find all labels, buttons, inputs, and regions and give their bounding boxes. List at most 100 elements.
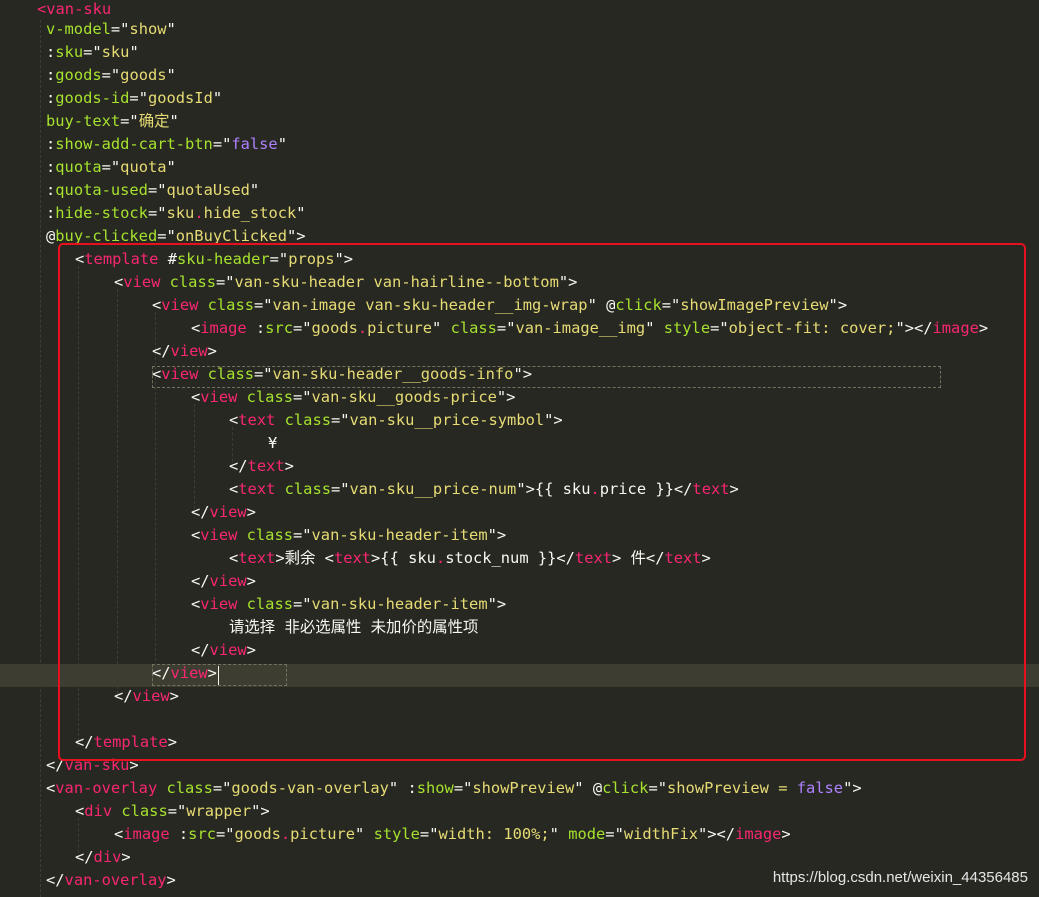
code-token: <van-sku <box>37 0 112 18</box>
code-token: hide-stock <box>55 204 148 222</box>
code-token: =" <box>212 135 232 153</box>
code-token: : <box>46 204 56 222</box>
code-token: " <box>549 825 569 843</box>
code-token: style <box>373 825 420 843</box>
code-token: =" <box>101 66 121 84</box>
code-token: quota <box>120 158 167 176</box>
code-line[interactable]: <div class="wrapper"> <box>75 800 270 823</box>
code-token: " <box>166 158 176 176</box>
code-token: show <box>416 779 454 797</box>
code-token: quota-used <box>55 181 148 199</box>
code-token: > <box>166 871 176 889</box>
code-token: goods <box>120 66 167 84</box>
code-token: sku <box>101 43 130 61</box>
code-token: src <box>188 825 216 843</box>
red-annotation-box <box>58 243 1026 761</box>
code-line[interactable]: :goods="goods" <box>46 64 176 87</box>
code-token: showPreview = <box>667 779 797 797</box>
code-token: </ <box>46 871 65 889</box>
code-token: . <box>194 204 204 222</box>
code-line[interactable]: <van-overlay class="goods-van-overlay" :… <box>46 777 862 800</box>
code-token: " @ <box>574 779 603 797</box>
code-token: sku <box>55 43 84 61</box>
code-token: " <box>129 43 139 61</box>
code-token: click <box>602 779 649 797</box>
code-token: div <box>84 802 113 820</box>
code-token: showPreview <box>472 779 575 797</box>
code-token: < <box>75 802 85 820</box>
code-line[interactable]: :hide-stock="sku.hide_stock" <box>46 202 306 225</box>
code-token: " <box>169 112 179 130</box>
code-token: " <box>212 89 223 107</box>
code-line[interactable]: <image :src="goods.picture" style="width… <box>114 823 791 846</box>
code-token: quota <box>55 158 102 176</box>
code-token: : <box>46 135 56 153</box>
code-token: " <box>166 66 176 84</box>
code-token: goods <box>55 66 102 84</box>
code-token: =" <box>648 779 667 797</box>
code-token: =" <box>215 825 235 843</box>
code-line[interactable]: buy-text="确定" <box>46 110 179 133</box>
code-token: =" <box>120 112 139 130</box>
code-token: < <box>46 779 56 797</box>
code-token: v-model <box>46 20 111 38</box>
code-token: "> <box>251 802 270 820</box>
code-token: show <box>129 20 167 38</box>
code-token: goods <box>234 825 281 843</box>
code-token: image <box>123 825 170 843</box>
code-token: : <box>169 825 189 843</box>
code-line[interactable]: :sku="sku" <box>46 41 139 64</box>
code-token: " : <box>388 779 417 797</box>
code-line[interactable]: :show-add-cart-btn="false" <box>46 133 287 156</box>
code-token: =" <box>419 825 439 843</box>
code-token: @ <box>46 227 56 245</box>
indent-guide <box>40 20 41 897</box>
code-token: buy-text <box>46 112 121 130</box>
code-token: goodsId <box>147 89 213 107</box>
code-token: : <box>46 89 56 107</box>
code-token: false <box>796 779 844 797</box>
code-token: image <box>735 825 782 843</box>
code-token: "></ <box>697 825 736 843</box>
code-token: " <box>277 135 287 153</box>
code-line[interactable]: </van-overlay> <box>46 869 176 892</box>
code-token: show-add-cart-btn <box>55 135 213 153</box>
code-token: =" <box>605 825 624 843</box>
code-token: =" <box>167 802 187 820</box>
code-line[interactable]: :quota="quota" <box>46 156 176 179</box>
code-line[interactable]: </div> <box>75 846 131 869</box>
code-token: " <box>249 181 260 199</box>
code-token: =" <box>83 43 102 61</box>
code-token: =" <box>147 181 167 199</box>
code-token: </ <box>75 848 94 866</box>
code-token: width: 100%; <box>438 825 550 843</box>
code-token: : <box>46 43 56 61</box>
code-token: div <box>93 848 122 866</box>
code-token: " <box>355 825 374 843</box>
code-token: > <box>121 848 131 866</box>
code-token: : <box>46 66 56 84</box>
code-token: class <box>121 802 168 820</box>
code-editor[interactable]: <van-sku v-model="show":sku="sku":goods="… <box>0 0 1039 897</box>
code-token: van-overlay <box>64 871 167 889</box>
code-token: =" <box>147 204 167 222</box>
code-token: =" <box>101 158 121 176</box>
code-token: =" <box>110 20 130 38</box>
code-token: widthFix <box>623 825 698 843</box>
code-token: =" <box>129 89 148 107</box>
code-token: wrapper <box>186 802 252 820</box>
watermark: https://blog.csdn.net/weixin_44356485 <box>772 869 1028 886</box>
code-token: class <box>166 779 213 797</box>
code-line[interactable]: v-model="show" <box>46 18 176 41</box>
code-line[interactable]: :quota-used="quotaUsed" <box>46 179 259 202</box>
code-line[interactable]: :goods-id="goodsId" <box>46 87 222 110</box>
code-token: =" <box>453 779 473 797</box>
code-token: "> <box>843 779 862 797</box>
code-token: quotaUsed <box>166 181 250 199</box>
code-token: sku <box>166 204 195 222</box>
code-token: false <box>231 135 278 153</box>
code-token: goods-van-overlay <box>231 779 389 797</box>
code-token: . <box>280 825 291 843</box>
